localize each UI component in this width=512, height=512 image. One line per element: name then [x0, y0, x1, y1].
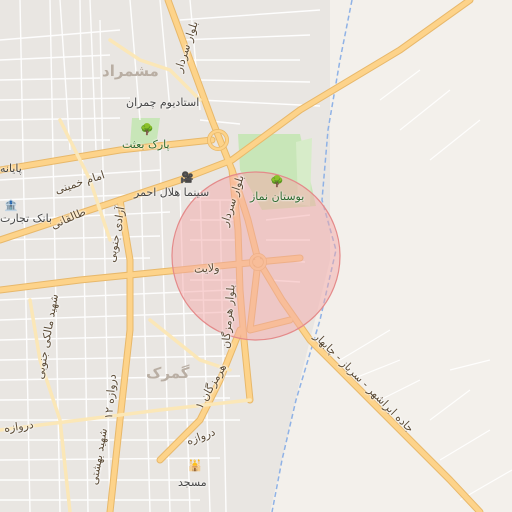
tree-icon: 🌳: [270, 175, 284, 188]
poi-label-park-besat[interactable]: پارک بعثت: [122, 138, 170, 151]
district-label-moshmerad: مشمراد: [102, 62, 159, 80]
poi-label-bostan-namaz[interactable]: بوستان نماز: [250, 190, 304, 203]
poi-label-mosque[interactable]: مسجد: [178, 476, 207, 489]
mosque-icon: 🕌: [188, 459, 202, 472]
poi-label-cinema[interactable]: سینما هلال احمر: [134, 186, 209, 199]
district-label-gomrok: گمرک: [146, 364, 190, 382]
poi-label-bank[interactable]: بانک تجارت: [0, 212, 52, 225]
poi-label-stadium[interactable]: استادیوم چمران: [126, 96, 199, 109]
map-canvas[interactable]: مشمراد گمرک بلوار سردار بلوار سردار بلوا…: [0, 0, 512, 512]
poi-label-terminal[interactable]: پایانه: [0, 162, 22, 175]
camera-icon: 🎥: [180, 171, 194, 184]
road-label-velayat: ولایت: [193, 261, 220, 276]
bank-icon: 🏦: [4, 199, 18, 212]
map-base: [0, 0, 512, 512]
tree-icon: 🌳: [140, 123, 154, 136]
